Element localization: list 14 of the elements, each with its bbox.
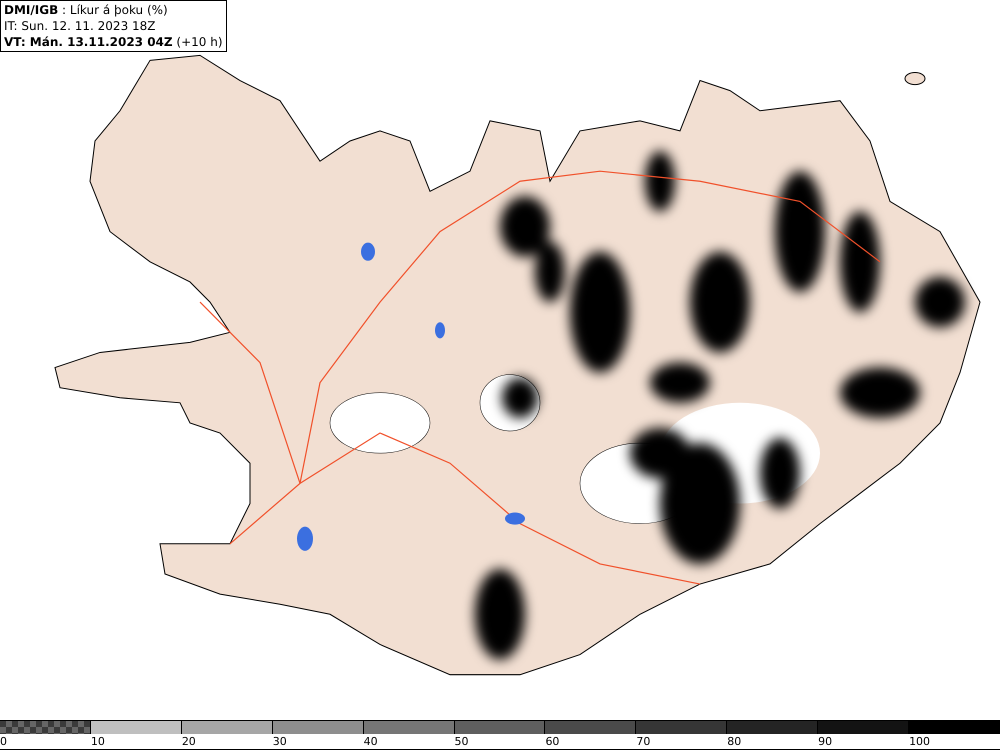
legend-label: 70	[636, 734, 650, 749]
legend-label: 100	[909, 734, 930, 749]
legend-label: 50	[454, 734, 469, 749]
legend-label: 10	[90, 734, 105, 749]
legend-label: 80	[727, 734, 742, 749]
legend-label: 20	[182, 734, 196, 749]
info-line: IT: Sun. 12. 11. 2023 18Z	[4, 18, 157, 34]
legend-label: 90	[818, 734, 832, 749]
info-line: VT: Mán. 13.11.2023 04Z (+10 h)	[4, 34, 223, 50]
info-line: DMI/IGB : Líkur á þoku (%)	[4, 2, 169, 18]
legend-label: 0	[0, 734, 7, 749]
legend-label: 30	[272, 734, 287, 749]
legend-label: 40	[364, 734, 378, 749]
legend-label: 60	[545, 734, 560, 749]
